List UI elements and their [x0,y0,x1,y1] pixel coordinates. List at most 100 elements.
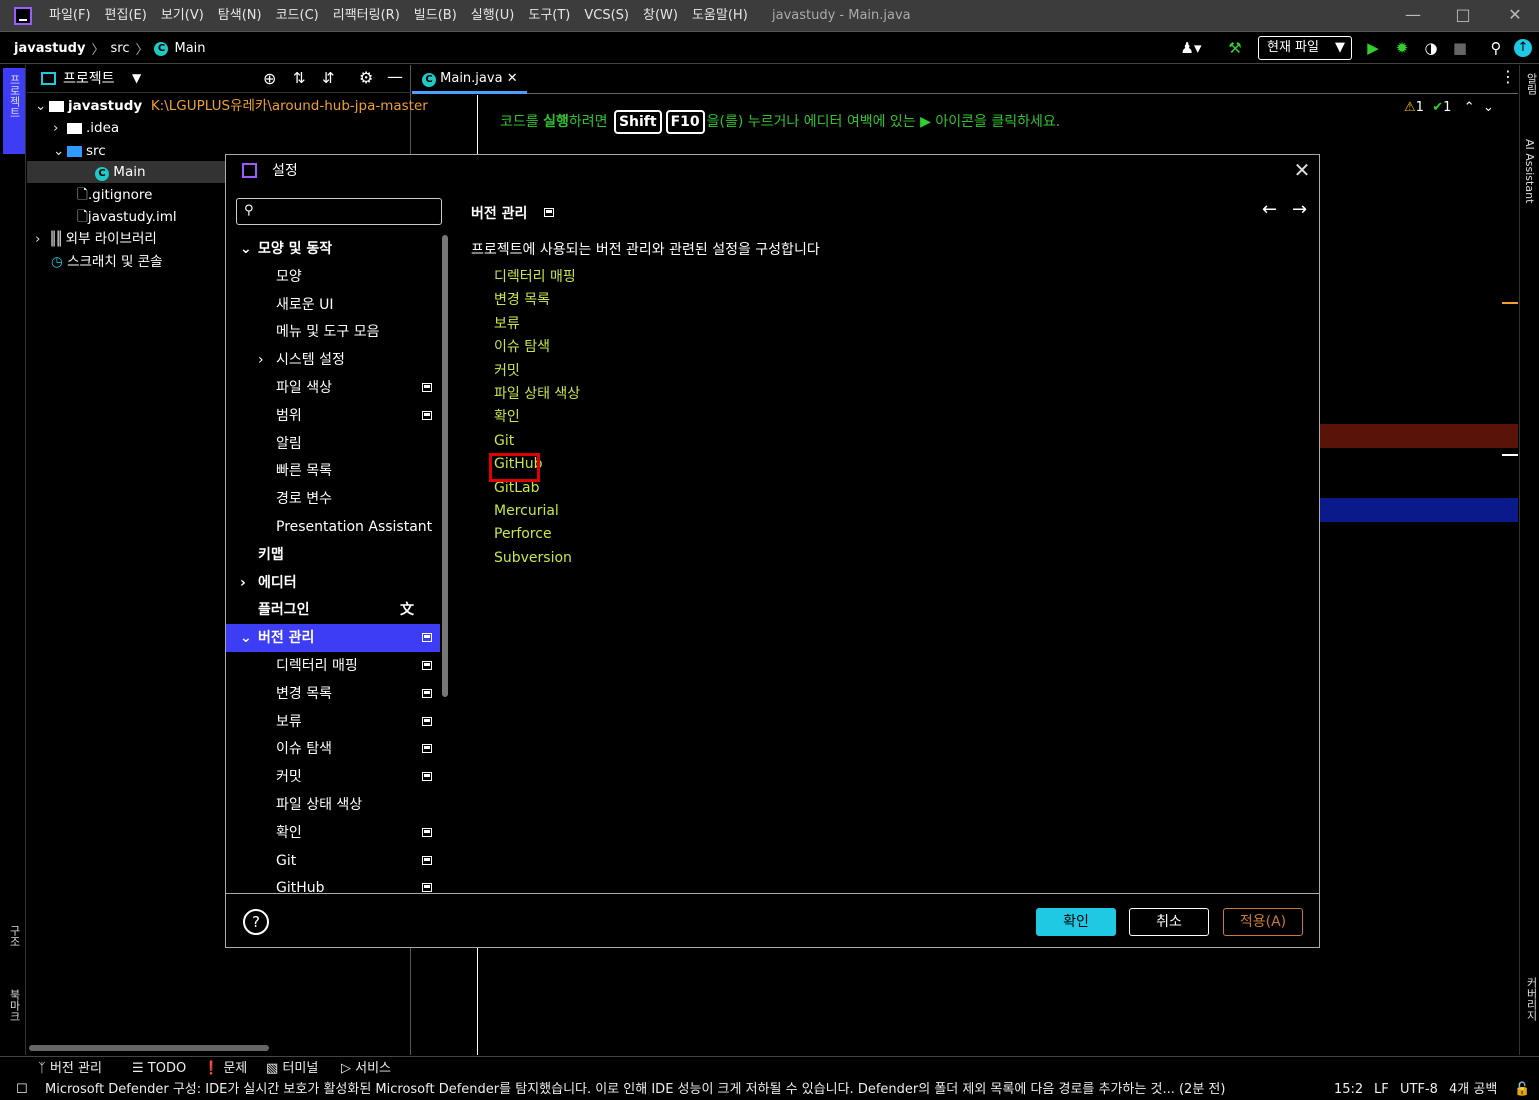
chevron-down-icon[interactable]: ⌄ [240,624,252,652]
structure-stripe-label[interactable]: 구조 [6,925,22,947]
config-link[interactable]: 이슈 탐색 [494,337,550,357]
settings-nav-item[interactable]: 범위 [226,402,440,430]
chevron-down-icon[interactable]: ▼ [132,71,141,85]
config-link[interactable]: 확인 [494,407,520,427]
settings-nav-item[interactable]: 새로운 UI [226,291,440,319]
project-panel-title[interactable]: 프로젝트 [63,65,115,93]
tree-item-scratches[interactable]: ◷ 스크래치 및 콘솔 [51,251,163,273]
user-icon[interactable]: ♟▾ [1180,37,1202,59]
tool-terminal[interactable]: ▧ 터미널 [266,1057,318,1081]
back-arrow-icon[interactable]: ← [1262,199,1277,220]
build-hammer-icon[interactable]: ⚒ [1224,37,1246,59]
menu-item[interactable]: 편집(E) [98,0,154,32]
settings-nav-item[interactable]: 플러그인 文 [226,596,440,624]
chevron-down-icon[interactable]: ⌄ [240,235,252,263]
ok-button[interactable]: 확인 [1036,908,1116,936]
close-icon[interactable]: ✕ [1290,157,1314,183]
settings-nav-item[interactable]: ⌄ 모양 및 동작 [226,235,440,263]
settings-nav-item[interactable]: GitHub [226,874,440,893]
menu-item[interactable]: 리팩터링(R) [326,0,407,32]
tree-item-iml[interactable]: 🗋javastudy.iml [77,206,177,228]
update-icon[interactable]: ↑ [1514,39,1532,57]
settings-nav-item[interactable]: 확인 [226,819,440,847]
search-input[interactable] [263,201,435,222]
expand-all-icon[interactable]: ⇅ [293,69,306,87]
config-link[interactable]: 파일 상태 색상 [494,384,580,404]
status-toggle-icon[interactable]: ☐ [16,1080,28,1100]
coverage-stripe-label[interactable]: 커버리지 [1523,977,1539,1021]
tree-item-root[interactable]: ⌄ javastudy K:\LGUPLUS유레카\around-hub-jpa-… [35,95,428,117]
lock-icon[interactable]: 🔓 [1514,1080,1530,1100]
tool-vcs[interactable]: ᛉ 버전 관리 [38,1057,102,1081]
config-link[interactable]: 디렉터리 매핑 [494,267,576,287]
tool-todo[interactable]: ☰ TODO [132,1057,186,1081]
tree-item-main[interactable]: C Main [27,161,227,183]
settings-nav-item[interactable]: 메뉴 및 도구 모음 [226,318,440,346]
settings-nav-item[interactable]: Git [226,847,440,875]
run-config-select[interactable]: 현재 파일 ▼ [1258,36,1352,60]
menu-item[interactable]: 도구(T) [521,0,577,32]
tree-item-src[interactable]: ⌄ src [53,140,106,162]
chevron-right-icon[interactable]: › [258,346,264,374]
search-icon[interactable]: ⚲ [1485,37,1507,59]
settings-nav-item[interactable]: 변경 목록 [226,680,440,708]
tool-problems[interactable]: ❗ 문제 [203,1057,247,1081]
breadcrumb-folder[interactable]: src [110,41,129,56]
nav-scrollbar[interactable] [442,235,448,697]
tree-item-gitignore[interactable]: 🗋.gitignore [77,184,152,206]
settings-nav-item[interactable]: 알림 [226,430,440,458]
settings-search[interactable]: ⚲ [236,198,442,225]
menu-item[interactable]: 코드(C) [269,0,326,32]
collapse-all-icon[interactable]: ⇵ [322,69,335,87]
config-link[interactable]: 보류 [494,314,520,334]
tree-item-idea[interactable]: › .idea [53,117,119,139]
minimize-icon[interactable]: — [1390,0,1436,32]
settings-nav-item[interactable]: ⌄ 버전 관리 [226,624,440,653]
warning-marker[interactable] [1502,302,1518,304]
debug-icon[interactable]: ✹ [1391,37,1413,59]
menu-item[interactable]: 파일(F) [42,0,98,32]
maximize-icon[interactable]: □ [1440,0,1486,32]
settings-nav-item[interactable]: 빠른 목록 [226,457,440,485]
tab-main-java[interactable]: C Main.java ✕ [412,65,527,94]
settings-nav-item[interactable]: Presentation Assistant [226,513,440,541]
settings-nav-item[interactable]: 경로 변수 [226,485,440,513]
settings-nav-item[interactable]: 디렉터리 매핑 [226,652,440,680]
caret-position[interactable]: 15:2 [1334,1080,1363,1100]
hide-panel-icon[interactable]: — [387,67,403,86]
config-link[interactable]: Subversion [494,548,572,568]
config-link[interactable]: Git [494,431,514,451]
menu-item[interactable]: 탐색(N) [211,0,269,32]
coverage-icon[interactable]: ◑ [1420,37,1442,59]
status-message[interactable]: Microsoft Defender 구성: IDE가 실시간 보호가 활성화된… [45,1080,1295,1100]
notifications-stripe-label[interactable]: 알림 [1523,73,1539,95]
chevron-down-icon[interactable]: ⌄ [1483,100,1494,115]
settings-nav-item[interactable]: 보류 [226,708,440,736]
breadcrumb-project[interactable]: javastudy [14,41,85,56]
locate-icon[interactable]: ⊕ [263,69,276,88]
breadcrumb-file[interactable]: Main [174,41,205,56]
menu-item[interactable]: VCS(S) [577,0,636,32]
menu-item[interactable]: 창(W) [636,0,685,32]
close-tab-icon[interactable]: ✕ [507,71,518,86]
ide-logo-icon[interactable] [14,7,32,25]
line-separator[interactable]: LF [1374,1080,1389,1100]
settings-nav-item[interactable]: 이슈 탐색 [226,735,440,763]
horizontal-scrollbar[interactable] [29,1045,269,1051]
stop-icon[interactable]: ■ [1449,37,1471,59]
menu-item[interactable]: 빌드(B) [407,0,464,32]
menu-item[interactable]: 실행(U) [464,0,522,32]
settings-nav-item[interactable]: 파일 색상 [226,374,440,402]
menu-item[interactable]: 보기(V) [154,0,211,32]
tool-services[interactable]: ▷ 서비스 [341,1057,391,1081]
close-window-icon[interactable]: ✕ [1492,0,1538,32]
config-link[interactable]: Mercurial [494,501,559,521]
settings-nav-item[interactable]: › 에디터 [226,569,440,597]
forward-arrow-icon[interactable]: → [1292,199,1307,220]
bookmarks-stripe-label[interactable]: 북마크 [6,989,22,1022]
gear-icon[interactable]: ⚙ [359,68,373,87]
help-icon[interactable]: ? [243,909,269,935]
settings-nav-item[interactable]: 키맵 [226,541,440,569]
settings-nav-item[interactable]: 파일 상태 색상 [226,791,440,819]
config-link[interactable]: 커밋 [494,361,520,381]
